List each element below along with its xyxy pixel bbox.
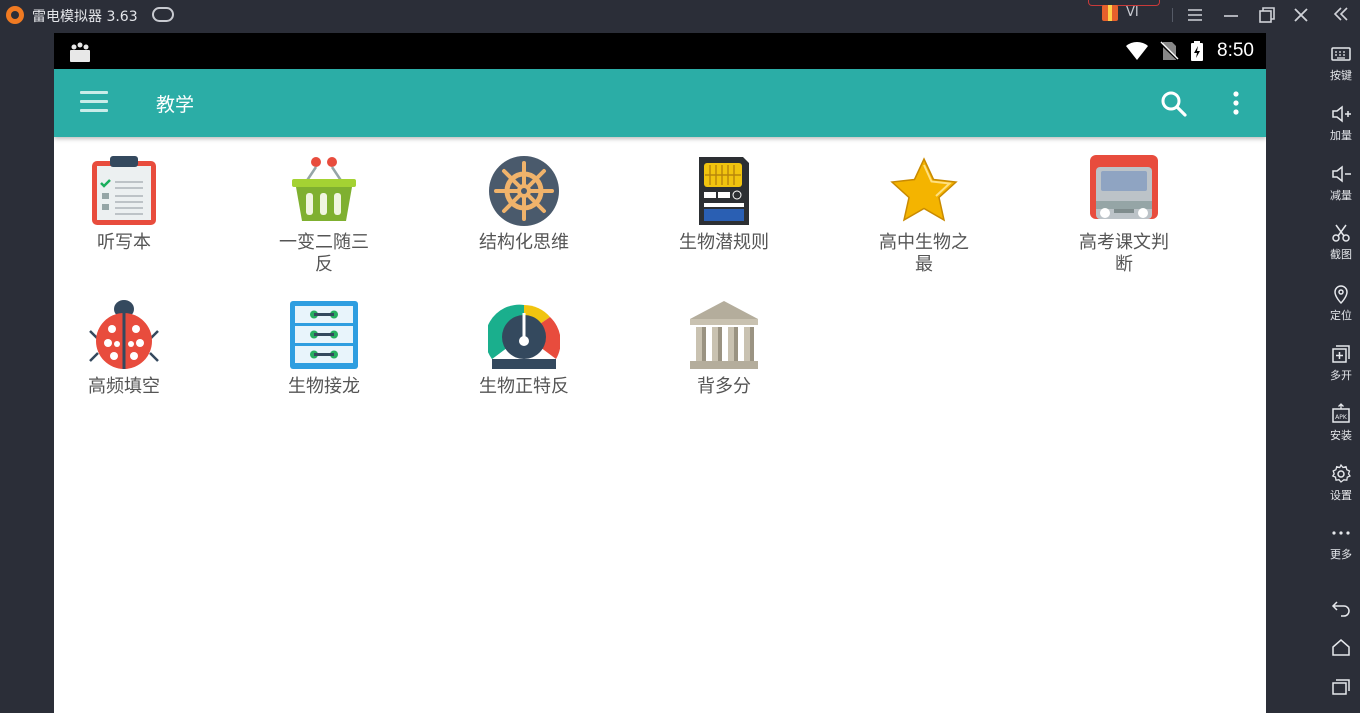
app-label: 高考课文判断 <box>1079 232 1169 275</box>
sidebar-item-more[interactable]: 更多 <box>1322 522 1360 562</box>
sidebar-item-label: 安装 <box>1330 429 1352 442</box>
app-tile-biology-superlatives[interactable]: 高中生物之最 <box>824 155 1024 276</box>
app-label: 听写本 <box>97 232 151 253</box>
sidebar-item-settings[interactable]: 设置 <box>1322 463 1360 503</box>
app-label: 生物接龙 <box>288 376 360 397</box>
bus-icon <box>1090 155 1158 219</box>
apk-install-icon: APK <box>1332 403 1350 423</box>
basket-icon <box>292 157 356 221</box>
memory-card-icon <box>699 157 749 225</box>
home-button[interactable] <box>1322 636 1360 658</box>
volume-down-icon <box>1332 165 1351 183</box>
app-tile-dictation[interactable]: 听写本 <box>54 155 224 254</box>
ladybug-icon <box>89 300 159 369</box>
ldplayer-logo-icon <box>6 6 24 24</box>
app-tile-structured-thinking[interactable]: 结构化思维 <box>424 155 624 254</box>
app-label: 高中生物之最 <box>879 232 969 275</box>
keyboard-icon <box>1331 47 1351 61</box>
sidebar-item-location[interactable]: 定位 <box>1322 283 1360 323</box>
android-screen: 8:50 教学 听写本 一变二随三反 结构化思维 生物潜规则 高中生物之最 高考… <box>54 33 1266 713</box>
gauge-icon <box>488 304 560 369</box>
app-label: 一变二随三反 <box>279 232 369 275</box>
app-label: 背多分 <box>697 376 751 397</box>
wifi-icon <box>1126 41 1148 60</box>
minimize-icon[interactable] <box>1220 4 1242 26</box>
sidebar-item-install[interactable]: APK 安装 <box>1322 403 1360 443</box>
sidebar-item-label: 减量 <box>1330 189 1352 202</box>
app-label: 高频填空 <box>88 376 160 397</box>
app-bar: 教学 <box>54 69 1266 137</box>
emulator-title-bar: 雷电模拟器 3.63 VI <box>0 0 1322 30</box>
no-sim-icon <box>1159 41 1179 61</box>
scissors-icon <box>1332 224 1350 242</box>
notification-icon <box>70 42 90 62</box>
sidebar-item-label: 设置 <box>1330 489 1352 502</box>
sidebar-item-label: 加量 <box>1330 129 1352 142</box>
emulator-sidebar: 按键 加量 减量 截图 定位 多开 APK 安装 设置 更多 <box>1322 0 1360 713</box>
app-tile-one-variation[interactable]: 一变二随三反 <box>224 155 424 276</box>
more-dots-icon <box>1332 531 1350 535</box>
app-tile-biology-rules[interactable]: 生物潜规则 <box>624 155 824 254</box>
menu-icon[interactable] <box>1184 4 1206 26</box>
bank-building-icon <box>690 301 758 369</box>
sidebar-item-multi-open[interactable]: 多开 <box>1322 343 1360 383</box>
restore-icon[interactable] <box>1256 4 1278 26</box>
sidebar-item-label: 按键 <box>1330 69 1352 82</box>
close-icon[interactable] <box>1290 4 1312 26</box>
location-pin-icon <box>1334 285 1348 305</box>
gamepad-icon[interactable] <box>152 7 174 22</box>
vip-promo[interactable]: VI <box>1088 0 1160 22</box>
sidebar-item-label: 更多 <box>1330 548 1352 561</box>
sidebar-item-label: 截图 <box>1330 248 1352 261</box>
status-bar: 8:50 <box>54 33 1266 69</box>
battery-charging-icon <box>1191 41 1203 61</box>
gift-icon <box>1102 5 1118 21</box>
titlebar-divider <box>1172 8 1173 22</box>
app-tile-text-judgment[interactable]: 高考课文判断 <box>1024 155 1224 276</box>
multi-open-icon <box>1332 345 1350 363</box>
ship-wheel-icon <box>489 156 559 226</box>
sidebar-item-volume-up[interactable]: 加量 <box>1322 103 1360 143</box>
sidebar-item-label: 定位 <box>1330 309 1352 322</box>
star-icon <box>890 157 958 222</box>
file-cabinet-icon <box>290 301 358 369</box>
app-tile-biology-pos-neg[interactable]: 生物正特反 <box>424 299 624 398</box>
overflow-menu-icon[interactable] <box>1224 89 1248 117</box>
search-icon[interactable] <box>1160 90 1188 118</box>
vip-label: VI <box>1126 5 1139 20</box>
app-tile-biology-chain[interactable]: 生物接龙 <box>224 299 424 398</box>
volume-up-icon <box>1332 105 1351 123</box>
emulator-title: 雷电模拟器 3.63 <box>32 9 138 25</box>
app-label: 结构化思维 <box>479 232 569 253</box>
recents-button[interactable] <box>1322 676 1360 698</box>
svg-text:APK: APK <box>1335 414 1348 421</box>
sidebar-item-volume-down[interactable]: 减量 <box>1322 163 1360 203</box>
gear-icon <box>1331 463 1351 483</box>
promo-frame <box>1088 0 1160 6</box>
recents-icon <box>1332 679 1350 695</box>
app-tile-frequent-fill[interactable]: 高频填空 <box>54 299 224 398</box>
sidebar-item-keys[interactable]: 按键 <box>1322 43 1360 83</box>
sidebar-item-label: 多开 <box>1330 369 1352 382</box>
back-icon <box>1331 601 1350 617</box>
sidebar-item-screenshot[interactable]: 截图 <box>1322 222 1360 262</box>
app-label: 生物潜规则 <box>679 232 769 253</box>
collapse-sidebar-icon[interactable] <box>1322 3 1360 25</box>
hamburger-menu-icon[interactable] <box>80 91 108 115</box>
back-button[interactable] <box>1322 596 1360 618</box>
status-time: 8:50 <box>1217 40 1254 61</box>
app-label: 生物正特反 <box>479 376 569 397</box>
clipboard-checklist-icon <box>92 156 156 225</box>
page-title: 教学 <box>156 94 195 116</box>
home-icon <box>1332 639 1350 656</box>
app-tile-memorize-score[interactable]: 背多分 <box>624 299 824 398</box>
